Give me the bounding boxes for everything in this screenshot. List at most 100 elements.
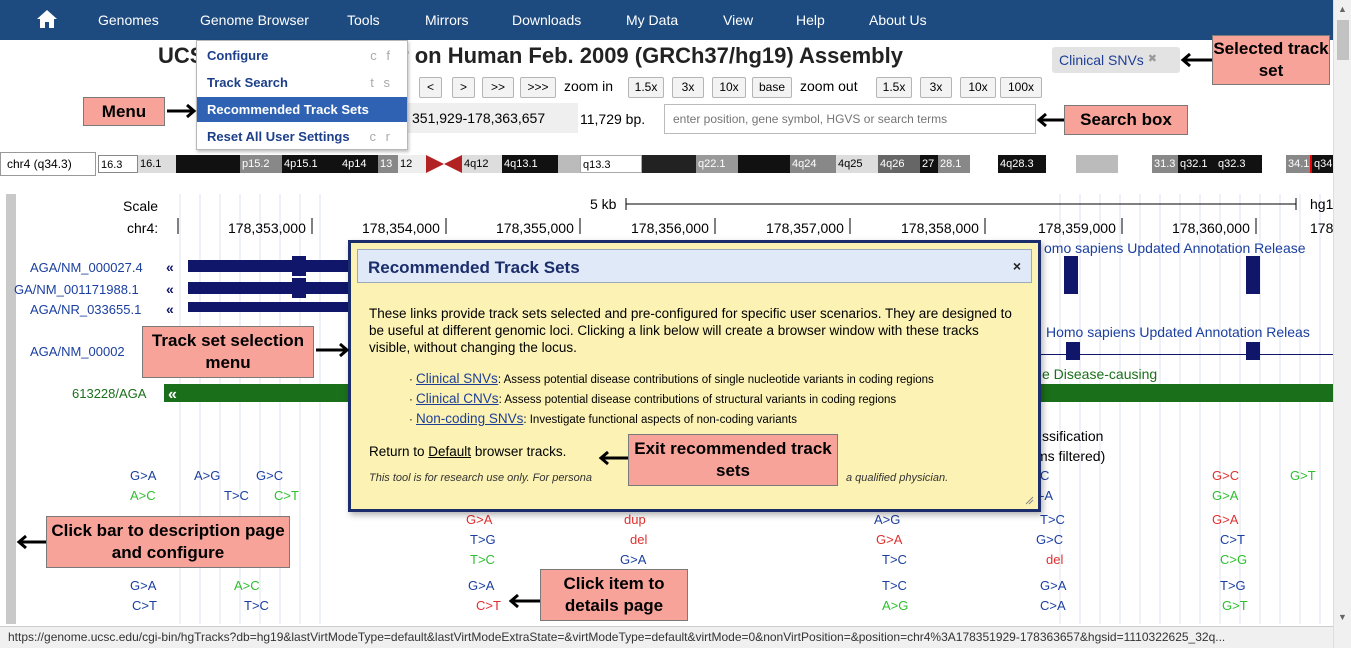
zoom-base-button[interactable]: base (752, 77, 792, 98)
band: 16.3 (98, 155, 138, 173)
search-input[interactable] (664, 104, 1036, 134)
refseq-track-title[interactable]: Homo sapiens Updated Annotation Releas (1046, 324, 1310, 340)
ruler-tick: 178 (1310, 220, 1333, 236)
list-item: · Clinical CNVs: Assess potential diseas… (409, 391, 897, 406)
zoom-in-10x-button[interactable]: 10x (712, 77, 746, 98)
list-item: · Clinical SNVs: Assess potential diseas… (409, 371, 934, 386)
menu-item-configure[interactable]: Configure c f (197, 43, 407, 68)
band-light (1262, 155, 1286, 173)
nav-view[interactable]: View (723, 12, 753, 28)
move-right-2-button[interactable]: >> (482, 77, 514, 98)
band: 4q13.1 (502, 155, 558, 173)
band: 16.1 (138, 155, 176, 173)
zoom-out-100x-button[interactable]: 100x (1000, 77, 1042, 98)
non-coding-snvs-link[interactable]: Non-coding SNVs (416, 411, 523, 426)
close-icon[interactable]: ✖ (1148, 53, 1157, 65)
gene-label[interactable]: AGA/NR_033655.1 (30, 302, 141, 317)
omim-track-title[interactable]: e Disease-causing (1042, 366, 1157, 382)
ruler-tick: 178,357,000 (766, 220, 844, 236)
nav-downloads[interactable]: Downloads (512, 12, 581, 28)
trackset-options: · Clinical SNVs: Assess potential diseas… (409, 371, 1029, 431)
top-navigation: Genomes Genome Browser Tools Mirrors Dow… (0, 0, 1333, 40)
callout-click-item: Click item to details page (540, 569, 688, 621)
arrow-icon (316, 342, 350, 358)
move-right-button[interactable]: > (452, 77, 475, 98)
status-bar-url: https://genome.ucsc.edu/cgi-bin/hgTracks… (0, 626, 1333, 648)
band: q32.1 (1178, 155, 1216, 173)
move-right-3-button[interactable]: >>> (520, 77, 556, 98)
band: 12 (398, 155, 426, 173)
omim-label[interactable]: 613228/AGA (72, 386, 146, 401)
nav-about-us[interactable]: About Us (869, 12, 927, 28)
centromere-icon (426, 155, 462, 173)
nav-genomes[interactable]: Genomes (98, 12, 159, 28)
scroll-up-icon[interactable]: ▲ (1338, 4, 1347, 14)
band: 34.1 (1286, 155, 1310, 173)
arrow-icon (16, 534, 46, 550)
close-icon[interactable]: × (1013, 258, 1021, 274)
callout-menu: Menu (83, 97, 165, 126)
nav-tools[interactable]: Tools (347, 12, 380, 28)
band-dark (176, 155, 240, 173)
vertical-scrollbar[interactable]: ▲ ▼ (1333, 0, 1351, 648)
genome-browser-menu: Configure c f Track Search t s Recommend… (196, 40, 408, 150)
default-tracks-link[interactable]: Default (428, 444, 471, 459)
band: 4p14 (340, 155, 378, 173)
classification-title: ssification (1042, 428, 1104, 444)
scroll-down-icon[interactable]: ▼ (1338, 612, 1347, 622)
nav-genome-browser[interactable]: Genome Browser (200, 12, 309, 28)
nav-mirrors[interactable]: Mirrors (425, 12, 469, 28)
gene-label[interactable]: AGA/NM_000027.4 (30, 260, 143, 275)
nav-my-data[interactable]: My Data (626, 12, 678, 28)
band: 31.3 (1152, 155, 1178, 173)
menu-item-recommended-track-sets[interactable]: Recommended Track Sets (197, 97, 407, 122)
band-light (1076, 155, 1118, 173)
return-prefix: Return to (369, 444, 429, 459)
band: 4q28.3 (998, 155, 1046, 173)
band: q32.3 (1216, 155, 1262, 173)
menu-item-reset-settings[interactable]: Reset All User Settings c r (197, 124, 407, 149)
ruler-tick: 178,356,000 (631, 220, 709, 236)
callout-click-bar: Click bar to description page and config… (46, 516, 290, 568)
zoom-out-3x-button[interactable]: 3x (920, 77, 952, 98)
scale-value: 5 kb (590, 196, 617, 212)
menu-item-label: Track Search (207, 75, 288, 90)
ruler-tick: 178,355,000 (496, 220, 574, 236)
band-current: q34 (1310, 155, 1333, 173)
band: 4q26 (878, 155, 920, 173)
home-icon[interactable] (36, 8, 58, 30)
band: 27 (920, 155, 938, 173)
clinical-snvs-link[interactable]: Clinical SNVs (416, 371, 498, 386)
dialog-header[interactable]: Recommended Track Sets × (357, 249, 1032, 283)
callout-selected-track-set: Selected track set (1212, 35, 1330, 85)
refseq-track-title[interactable]: omo sapiens Updated Annotation Release (1044, 240, 1306, 256)
menu-item-track-search[interactable]: Track Search t s (197, 70, 407, 95)
zoom-out-10x-button[interactable]: 10x (960, 77, 996, 98)
arrow-icon (167, 103, 197, 119)
position-display: 351,929-178,363,657 (408, 103, 578, 133)
band: 28.1 (938, 155, 970, 173)
band: p15.2 (240, 155, 282, 173)
arrow-icon (508, 593, 540, 609)
gene-label[interactable]: AGA/NM_00002 (30, 344, 125, 359)
ruler-tick: 178,354,000 (362, 220, 440, 236)
disclaimer-start: This tool is for research use only. For … (369, 472, 592, 484)
option-description: : Investigate functional aspects of non-… (523, 414, 797, 426)
gene-label[interactable]: GA/NM_001171988.1 (14, 282, 139, 297)
zoom-in-1.5x-button[interactable]: 1.5x (628, 77, 664, 98)
nav-help[interactable]: Help (796, 12, 825, 28)
chromosome-ideogram[interactable]: chr4 (q34.3) 16.3 16.1 p15.2 4p15.1 4p14… (0, 152, 1333, 176)
option-description: : Assess potential disease contributions… (497, 374, 934, 386)
zoom-in-3x-button[interactable]: 3x (672, 77, 704, 98)
arrow-icon (1180, 52, 1212, 68)
disclaimer-end: a qualified physician. (846, 472, 949, 484)
selected-trackset-badge[interactable]: Clinical SNVs ✖ (1052, 47, 1180, 73)
resize-handle-icon[interactable] (1024, 495, 1034, 505)
return-line: Return to Default browser tracks. (369, 444, 566, 459)
zoom-out-1.5x-button[interactable]: 1.5x (876, 77, 912, 98)
clinical-cnvs-link[interactable]: Clinical CNVs (416, 391, 499, 406)
dialog-intro: These links provide track sets selected … (369, 306, 1012, 355)
band: 4q12 (462, 155, 502, 173)
scroll-thumb[interactable] (1337, 20, 1349, 60)
move-left-button[interactable]: < (419, 77, 442, 98)
